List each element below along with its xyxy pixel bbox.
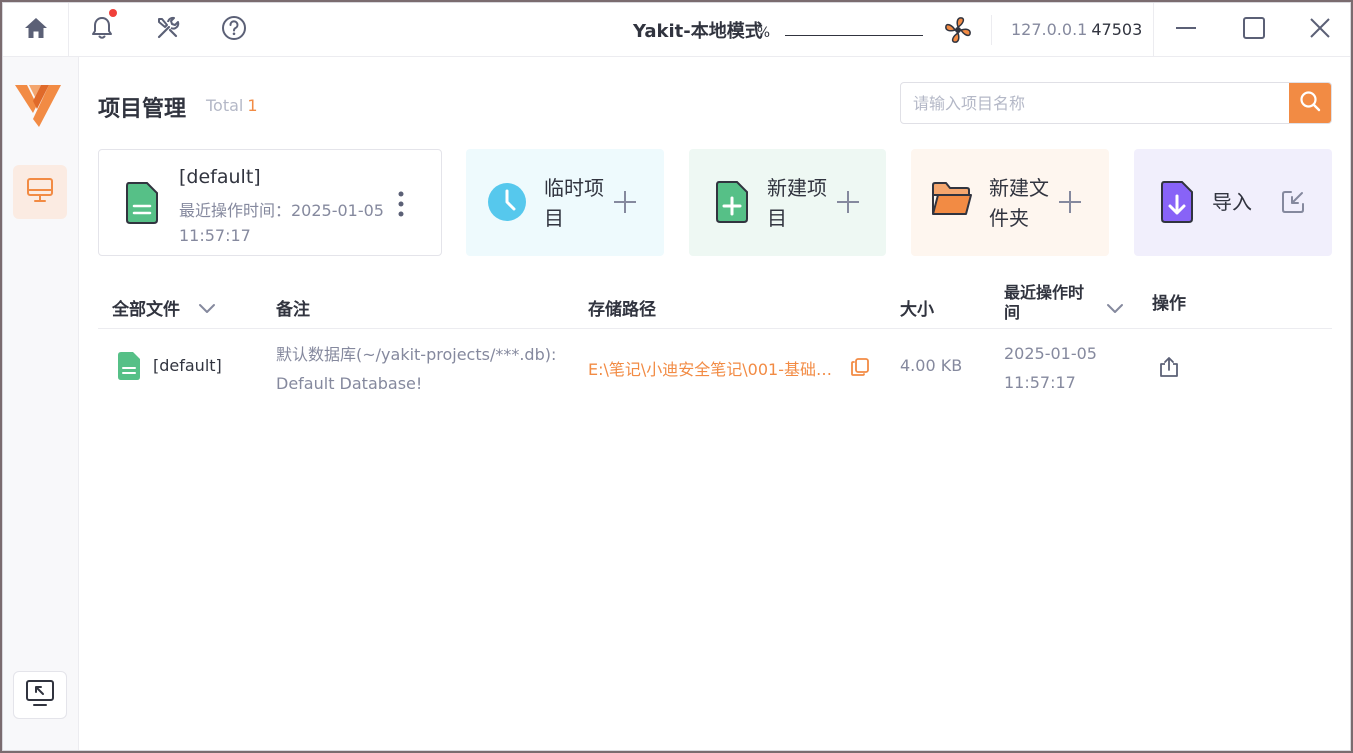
title-bar-left bbox=[3, 3, 267, 57]
current-project-time: 最近操作时间：2025-01-05 11:57:17 bbox=[179, 201, 384, 245]
window-title: Yakit-本地模式% bbox=[633, 17, 770, 43]
new-file-icon bbox=[715, 181, 749, 227]
header-all-files[interactable]: 全部文件 bbox=[112, 295, 180, 320]
row-note: 默认数据库(~/yakit-projects/***.db): Default … bbox=[276, 345, 557, 390]
close-button[interactable] bbox=[1287, 3, 1350, 57]
main-content: 项目管理 Total1 [default] 最近操作时间：2025-01-05 … bbox=[98, 57, 1332, 750]
copy-icon[interactable] bbox=[850, 357, 870, 381]
home-icon bbox=[23, 16, 49, 44]
import-label: 导入 bbox=[1212, 190, 1252, 214]
chevron-down-icon[interactable] bbox=[198, 299, 216, 318]
temp-project-label: 临时项目 bbox=[544, 176, 604, 230]
sidebar-collapse-button[interactable] bbox=[13, 671, 67, 719]
more-options-icon[interactable] bbox=[395, 190, 407, 222]
table-row[interactable]: [default] 默认数据库(~/yakit-projects/***.db)… bbox=[98, 330, 1332, 392]
maximize-icon bbox=[1242, 16, 1266, 44]
notifications-button[interactable] bbox=[69, 3, 135, 57]
tools-button[interactable] bbox=[135, 3, 201, 57]
row-path: E:\笔记\小迪安全笔记\001-基础入门\default-yakit.db bbox=[588, 360, 836, 379]
header-note: 备注 bbox=[276, 300, 310, 320]
page-title: 项目管理 bbox=[98, 97, 187, 122]
title-bar: Yakit-本地模式% 127.0.0.1 47503 bbox=[3, 3, 1350, 57]
window-title-text: Yakit-本地模式 bbox=[633, 21, 763, 42]
new-folder-card[interactable]: 新建文件夹 bbox=[911, 149, 1109, 256]
title-underline bbox=[785, 35, 923, 36]
notification-badge bbox=[109, 9, 117, 17]
project-search bbox=[900, 82, 1332, 124]
new-folder-label: 新建文件夹 bbox=[989, 176, 1049, 230]
engine-address: 127.0.0.1 47503 bbox=[1011, 20, 1142, 39]
current-project-name: [default] bbox=[179, 166, 261, 188]
close-icon bbox=[1308, 16, 1332, 44]
folder-icon bbox=[931, 181, 973, 221]
new-project-label: 新建项目 bbox=[767, 176, 827, 230]
engine-status-button[interactable] bbox=[943, 15, 973, 45]
bell-icon bbox=[90, 15, 114, 45]
header-size: 大小 bbox=[900, 300, 934, 320]
import-file-icon bbox=[1160, 181, 1194, 227]
total-count: Total 1 bbox=[206, 96, 258, 115]
export-icon[interactable] bbox=[1158, 356, 1180, 382]
database-file-icon bbox=[125, 182, 159, 228]
help-icon bbox=[221, 15, 247, 45]
minimize-button[interactable] bbox=[1153, 3, 1219, 57]
title-divider bbox=[991, 15, 992, 45]
screen-exit-icon bbox=[25, 679, 55, 711]
monitor-icon bbox=[26, 177, 54, 207]
import-confirm-icon bbox=[1280, 189, 1306, 219]
row-size: 4.00 KB bbox=[900, 356, 963, 375]
sidebar bbox=[3, 57, 79, 750]
maximize-button[interactable] bbox=[1221, 3, 1287, 57]
window-title-suffix: % bbox=[756, 25, 771, 41]
new-project-card[interactable]: 新建项目 bbox=[689, 149, 886, 256]
current-project-card[interactable]: [default] 最近操作时间：2025-01-05 11:57:17 bbox=[98, 149, 442, 256]
engine-port: 47503 bbox=[1091, 20, 1143, 39]
tools-icon bbox=[155, 15, 181, 45]
yakit-logo bbox=[13, 79, 63, 129]
header-path: 存储路径 bbox=[588, 300, 656, 320]
plus-icon bbox=[835, 189, 861, 219]
sidebar-item-project[interactable] bbox=[13, 165, 67, 219]
total-label: Total bbox=[206, 96, 244, 115]
database-file-icon bbox=[118, 352, 140, 384]
search-button[interactable] bbox=[1289, 83, 1331, 123]
import-card[interactable]: 导入 bbox=[1134, 149, 1332, 256]
app-window: Yakit-本地模式% 127.0.0.1 47503 项目管理 Total 1… bbox=[2, 2, 1351, 751]
temp-project-card[interactable]: 临时项目 bbox=[466, 149, 664, 256]
engine-ip: 127.0.0.1 bbox=[1011, 20, 1088, 39]
row-name: [default] bbox=[153, 356, 222, 375]
table-header: 全部文件 备注 存储路径 大小 最近操作时间 操作 bbox=[98, 279, 1332, 329]
clock-icon bbox=[486, 181, 528, 227]
row-time: 2025-01-05 11:57:17 bbox=[1004, 344, 1097, 392]
help-button[interactable] bbox=[201, 3, 267, 57]
fan-icon bbox=[943, 17, 973, 49]
total-number: 1 bbox=[247, 96, 258, 115]
search-input[interactable] bbox=[901, 83, 1291, 123]
chevron-down-icon[interactable] bbox=[1106, 299, 1124, 318]
plus-icon bbox=[1057, 189, 1083, 219]
header-time[interactable]: 最近操作时间 bbox=[1004, 283, 1094, 323]
header-operation: 操作 bbox=[1152, 294, 1186, 314]
search-icon bbox=[1299, 90, 1321, 116]
plus-icon bbox=[612, 189, 638, 219]
home-button[interactable] bbox=[3, 3, 69, 57]
minimize-icon bbox=[1174, 16, 1198, 44]
